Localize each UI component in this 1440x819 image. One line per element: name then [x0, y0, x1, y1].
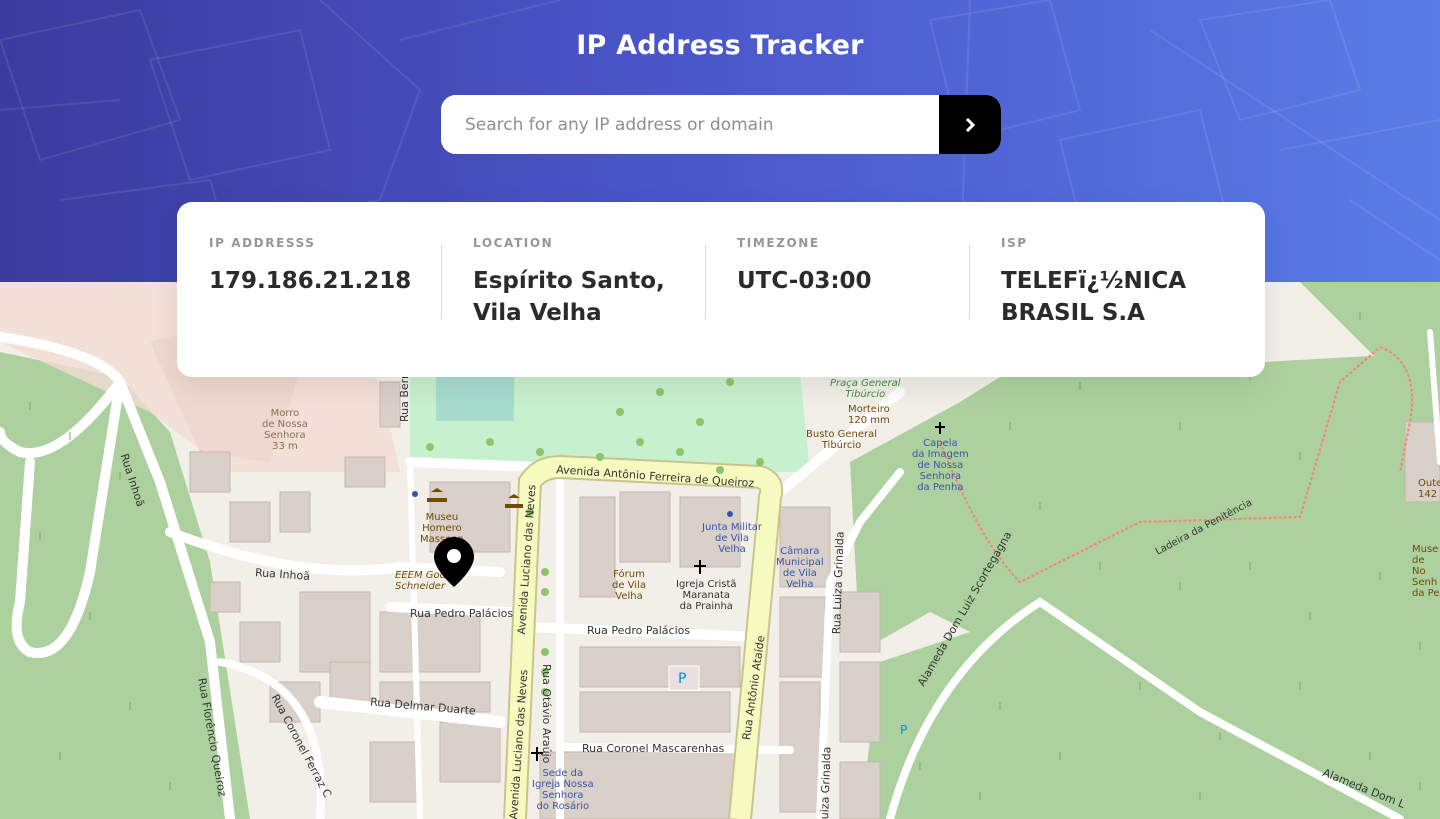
map-label-sede: Sede da Igreja Nossa Senhora do Rosário: [532, 768, 594, 812]
map-label-busto: Busto General Tibúrcio: [806, 429, 878, 451]
map-field: [436, 377, 514, 421]
info-timezone: TIMEZONE UTC-03:00: [705, 236, 1001, 377]
info-location: LOCATION Espírito Santo, Vila Velha: [441, 236, 737, 377]
map-label-rua-bern: Rua Bern: [398, 372, 411, 422]
map-label-rua-otavio: Rua Otávio Araújo: [540, 664, 553, 764]
timezone-label: TIMEZONE: [737, 236, 820, 250]
map-label-oute: Oute 142: [1418, 478, 1440, 500]
ip-address-label: IP ADDRESSS: [209, 236, 316, 250]
svg-text:P: P: [900, 723, 907, 737]
page-title: IP Address Tracker: [576, 30, 864, 61]
chevron-right-icon: [965, 117, 975, 132]
map-label-morteiro: Morteiro 120 mm: [848, 404, 890, 426]
map-label-camara: Câmara Municipal de Vila Velha: [776, 546, 824, 590]
map-label-rua-pedro-1: Rua Pedro Palácios: [410, 607, 514, 620]
map-label-morro: Morro de Nossa Senhora 33 m: [262, 408, 308, 452]
isp-value: TELEFï¿½NICA BRASIL S.A: [1001, 268, 1186, 326]
search-input[interactable]: [441, 95, 939, 154]
map-label-capela: Capela da Imagem de Nossa Senhora da Pen…: [912, 438, 969, 493]
location-value: Espírito Santo, Vila Velha: [473, 268, 665, 326]
map-label-junta: Junta Militar de Vila Velha: [702, 522, 762, 555]
info-divider: [441, 245, 442, 319]
map-label-rua-pedro-2: Rua Pedro Palácios: [587, 624, 691, 637]
map-label-praca: Praça General Tibúrcio: [830, 378, 901, 400]
timezone-value: UTC-03:00: [737, 268, 872, 294]
ip-address-value: 179.186.21.218: [209, 268, 412, 294]
map-label-rua-mascarenhas: Rua Coronel Mascarenhas: [582, 742, 725, 755]
info-ip: IP ADDRESSS 179.186.21.218: [209, 236, 473, 377]
location-label: LOCATION: [473, 236, 554, 250]
info-isp: ISP TELEFï¿½NICA BRASIL S.A: [969, 236, 1265, 377]
svg-text:P: P: [678, 671, 686, 687]
search-submit-button[interactable]: [939, 95, 1001, 154]
isp-label: ISP: [1001, 236, 1028, 250]
info-divider: [969, 245, 970, 319]
map-label-rua-grinalda-2: uiza Grinalda: [818, 746, 834, 819]
search-form: [441, 95, 1001, 154]
map-label-forum: Fórum de Vila Velha: [612, 569, 646, 602]
info-divider: [705, 245, 706, 319]
map-label-igreja: Igreja Cristã Maranata da Prainha: [676, 579, 737, 612]
map-label-museu-right: Muse de No Senh da Pe: [1412, 544, 1440, 599]
ip-info-card: IP ADDRESSS 179.186.21.218 LOCATION Espí…: [177, 202, 1265, 377]
